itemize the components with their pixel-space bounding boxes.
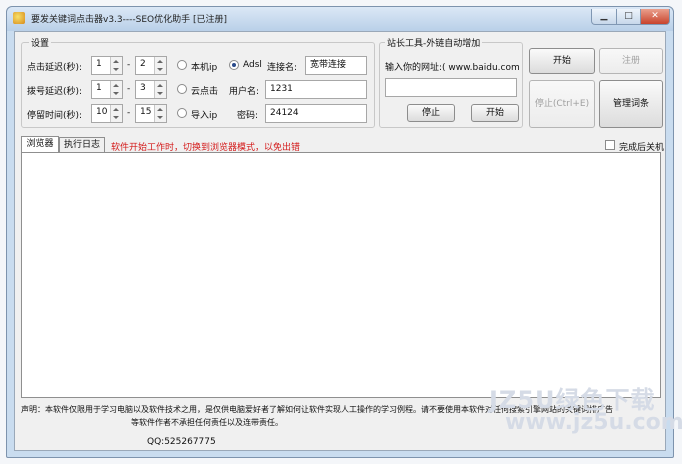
tools-stop-button[interactable]: 停止 xyxy=(407,104,455,122)
range-separator: - xyxy=(127,84,131,94)
disclaimer-line-2: 等软件作者不承担任何责任以及连带责任。 xyxy=(131,418,283,427)
maximize-button[interactable]: □ xyxy=(616,9,641,25)
window-title: 要发关键词点击器v3.3----SEO优化助手 [已注册] xyxy=(31,15,227,25)
stay-time-max-value: 15 xyxy=(140,107,152,117)
username-input[interactable]: 1231 xyxy=(265,80,367,99)
adsl-radio[interactable] xyxy=(229,60,239,70)
stay-time-max-stepper[interactable]: 15 xyxy=(135,104,167,123)
password-input[interactable]: 24124 xyxy=(265,104,367,123)
adsl-label: Adsl xyxy=(243,60,262,70)
stepper-arrows-icon[interactable] xyxy=(154,105,166,122)
client-area: 设置 点击延迟(秒): 1 - 2 拨号延迟(秒): 1 - 3 停留时间(秒)… xyxy=(14,31,682,451)
conn-name-input[interactable]: 宽带连接 xyxy=(305,56,367,75)
dial-interval-max-value: 3 xyxy=(140,83,146,93)
ip-import-radio[interactable] xyxy=(177,108,187,118)
click-interval-min-stepper[interactable]: 1 xyxy=(91,56,123,75)
ip-cloud-label: 云点击 xyxy=(191,87,219,97)
range-separator: - xyxy=(127,108,131,118)
browser-panel[interactable] xyxy=(21,152,661,398)
tools-group-label: 站长工具-外链自动增加 xyxy=(385,36,483,49)
dial-interval-max-stepper[interactable]: 3 xyxy=(135,80,167,99)
tools-start-button[interactable]: 开始 xyxy=(471,104,519,122)
stay-time-min-stepper[interactable]: 10 xyxy=(91,104,123,123)
ip-local-label: 本机ip xyxy=(191,63,218,73)
stepper-arrows-icon[interactable] xyxy=(110,105,122,122)
stay-time-min-value: 10 xyxy=(96,107,108,117)
dial-interval-min-stepper[interactable]: 1 xyxy=(91,80,123,99)
shutdown-checkbox[interactable] xyxy=(605,140,615,150)
url-label: 输入你的网址:( www.baidu.com) xyxy=(385,63,519,73)
tab-log[interactable]: 执行日志 xyxy=(59,137,105,152)
manage-keywords-button[interactable]: 管理词条 xyxy=(599,80,663,128)
app-window: 要发关键词点击器v3.3----SEO优化助手 [已注册] ▁ □ ✕ 设置 点… xyxy=(6,6,682,458)
stop-button[interactable]: 停止(Ctrl+E) xyxy=(529,80,595,128)
qq-contact: QQ:525267775 xyxy=(147,437,216,447)
ip-import-label: 导入ip xyxy=(191,111,218,121)
password-label: 密码: xyxy=(237,111,259,121)
conn-name-label: 连接名: xyxy=(267,63,298,73)
stay-time-label: 停留时间(秒): xyxy=(27,111,83,121)
stepper-arrows-icon[interactable] xyxy=(110,57,122,74)
stepper-arrows-icon[interactable] xyxy=(110,81,122,98)
watermark-url: www.jz5u.com xyxy=(505,410,682,435)
ip-local-radio[interactable] xyxy=(177,60,187,70)
url-input[interactable] xyxy=(385,78,517,97)
dial-interval-label: 拨号延迟(秒): xyxy=(27,87,83,97)
click-interval-min-value: 1 xyxy=(96,59,102,69)
title-bar[interactable]: 要发关键词点击器v3.3----SEO优化助手 [已注册] ▁ □ ✕ xyxy=(7,7,673,31)
minimize-button[interactable]: ▁ xyxy=(591,9,617,25)
range-separator: - xyxy=(127,60,131,70)
click-interval-max-value: 2 xyxy=(140,59,146,69)
ip-cloud-radio[interactable] xyxy=(177,84,187,94)
register-button[interactable]: 注册 xyxy=(599,48,663,74)
close-button[interactable]: ✕ xyxy=(640,9,670,25)
app-icon xyxy=(13,12,25,24)
click-interval-label: 点击延迟(秒): xyxy=(27,63,83,73)
stepper-arrows-icon[interactable] xyxy=(154,57,166,74)
click-interval-max-stepper[interactable]: 2 xyxy=(135,56,167,75)
stepper-arrows-icon[interactable] xyxy=(154,81,166,98)
tab-browser[interactable]: 浏览器 xyxy=(21,136,59,152)
dial-interval-min-value: 1 xyxy=(96,83,102,93)
username-label: 用户名: xyxy=(229,87,260,97)
start-button[interactable]: 开始 xyxy=(529,48,595,74)
settings-group-label: 设置 xyxy=(29,36,52,49)
